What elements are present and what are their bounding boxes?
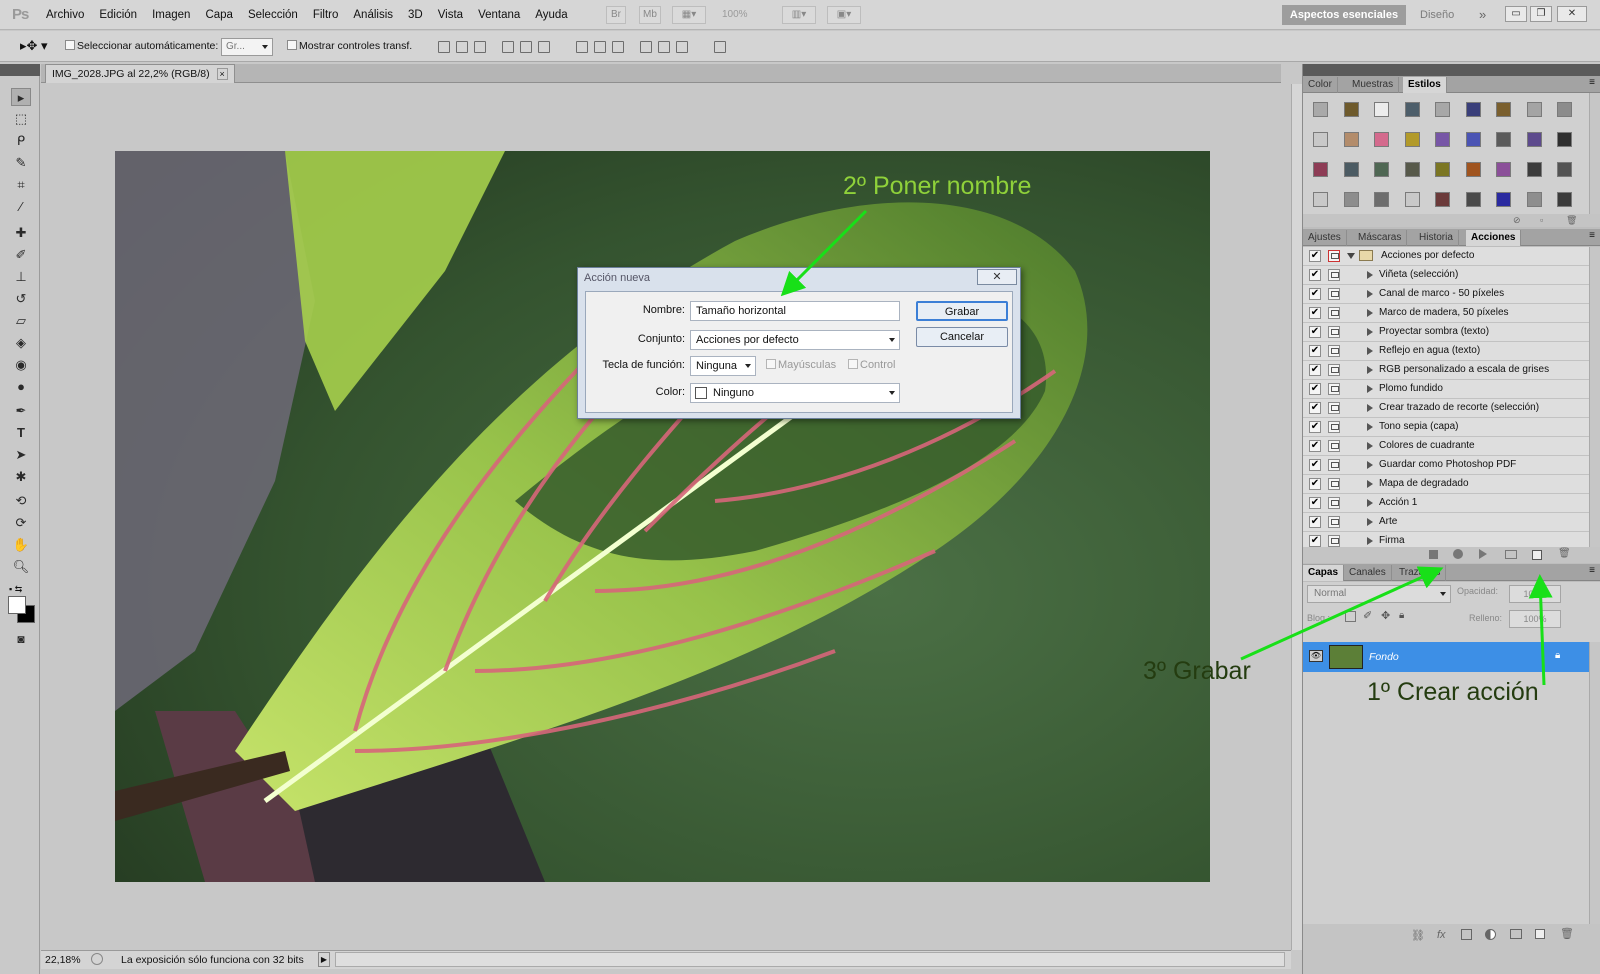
arrow-to-record-button	[1240, 566, 1444, 661]
arrow-to-name-field	[780, 209, 868, 297]
arrow-to-create-action	[1528, 574, 1553, 686]
annotation-arrows	[780, 209, 1553, 686]
